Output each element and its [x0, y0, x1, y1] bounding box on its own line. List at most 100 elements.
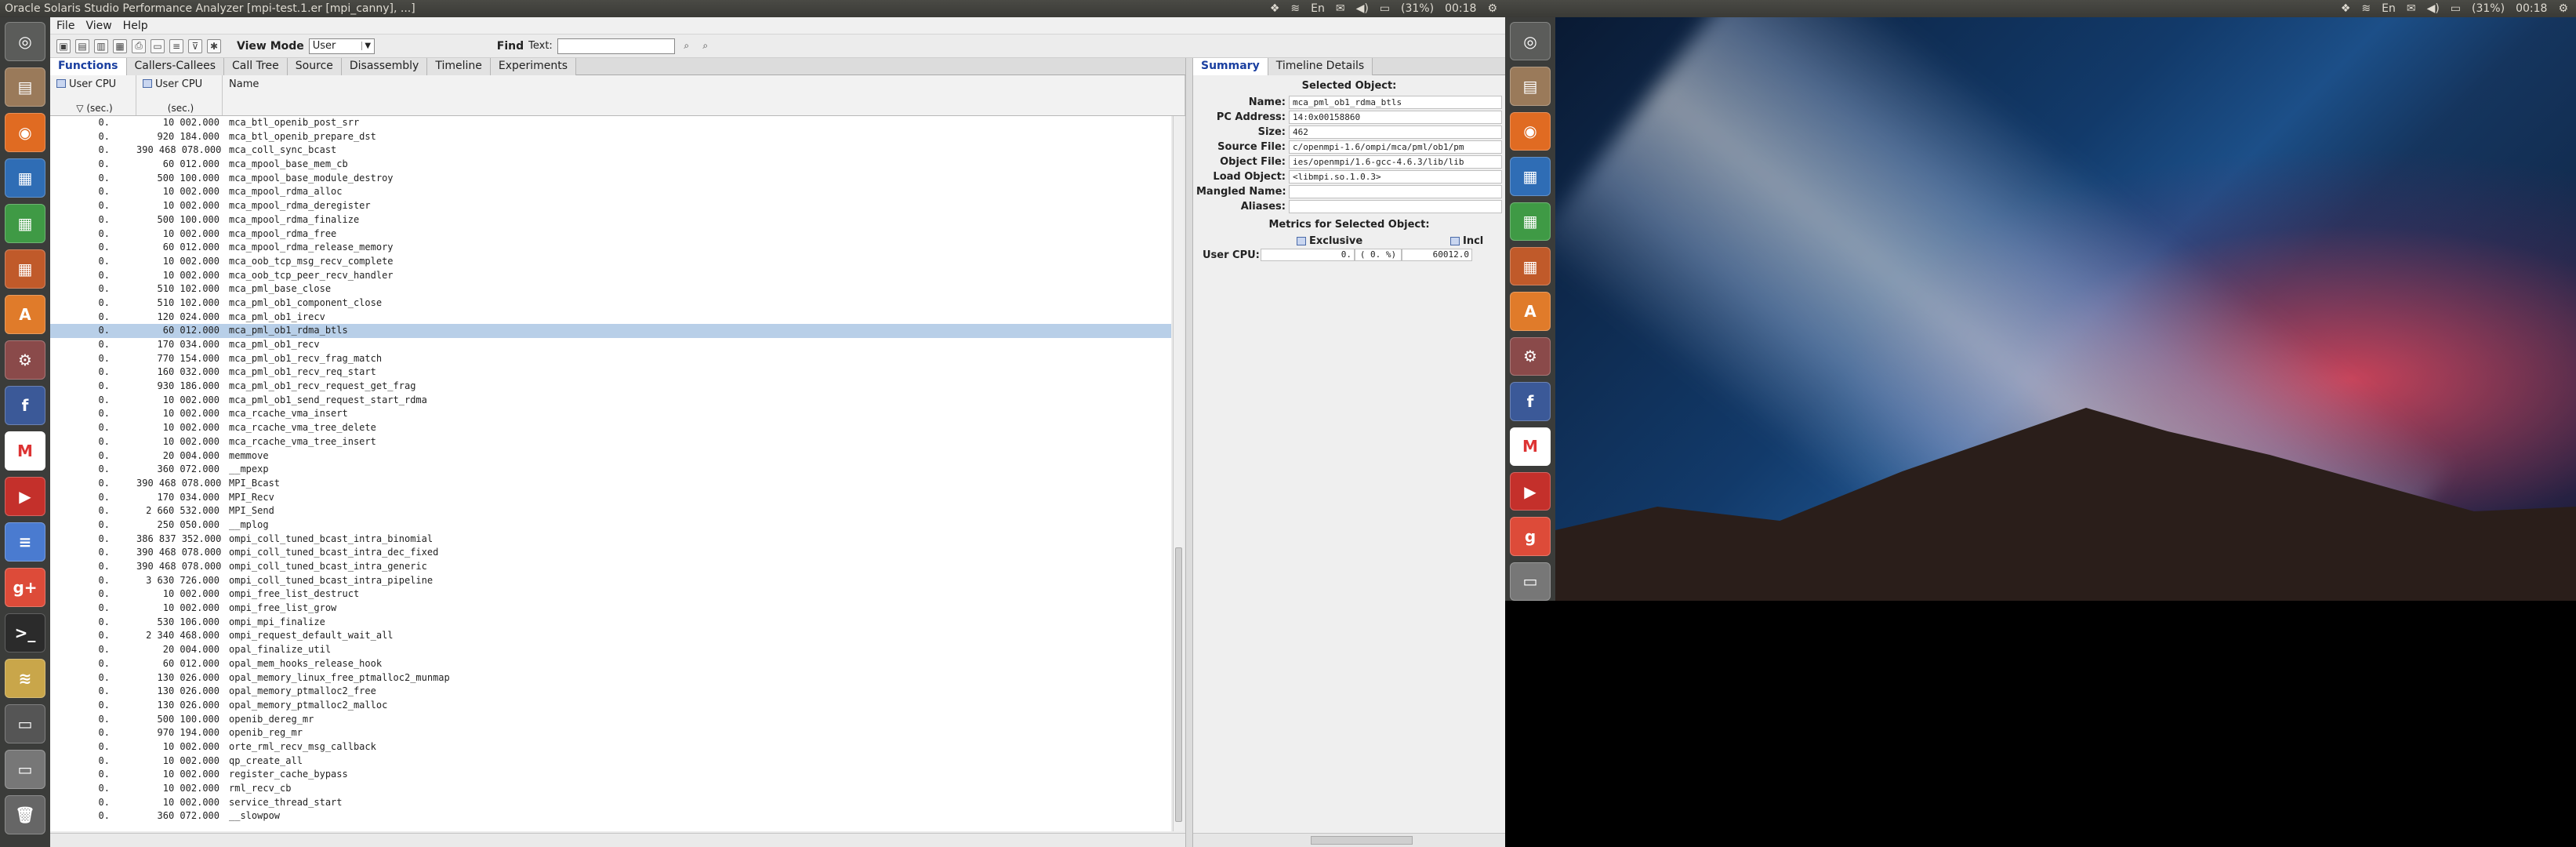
power-gear-icon[interactable]: ⚙	[2558, 2, 2568, 15]
settings-icon[interactable]: ⚙	[1510, 336, 1551, 376]
clock[interactable]: 00:18	[2516, 2, 2547, 15]
table-row[interactable]: 0. 920 184.000 mca_btl_openib_prepare_dst	[50, 130, 1171, 144]
tab-call-tree[interactable]: Call Tree	[224, 58, 288, 75]
table-row[interactable]: 0. 130 026.000 opal_memory_linux_free_ptma…	[50, 671, 1171, 685]
youtube-icon[interactable]: ▶	[5, 477, 45, 516]
terminal-icon[interactable]: >_	[5, 613, 45, 653]
youtube-icon[interactable]: ▶	[1510, 471, 1551, 511]
battery-icon[interactable]: ▭	[1380, 2, 1390, 15]
table-row[interactable]: 0. 10 002.000 mca_mpool_rdma_free	[50, 227, 1171, 242]
volume-icon[interactable]: ◀)	[1356, 2, 1369, 15]
field-value[interactable]: ies/openmpi/1.6-gcc-4.6.3/lib/lib	[1289, 155, 1502, 169]
add-experiment-icon[interactable]: ▥	[94, 38, 108, 53]
export-icon[interactable]: ▭	[151, 38, 165, 53]
table-row[interactable]: 0. 2 340 468.000 ompi_request_default_wait…	[50, 629, 1171, 643]
table-row[interactable]: 0. 10 002.000 mca_rcache_vma_tree_insert	[50, 435, 1171, 449]
tab-functions[interactable]: Functions	[50, 58, 127, 75]
table-row[interactable]: 0. 2 660 532.000 MPI_Send	[50, 504, 1171, 518]
table-row[interactable]: 0. 60 012.000 mca_pml_ob1_rdma_btls	[50, 324, 1171, 338]
gmail-icon[interactable]: M	[1510, 427, 1551, 466]
wifi-icon[interactable]: ≋	[2361, 2, 2371, 15]
col-incl-user-cpu[interactable]: User CPU (sec.)	[136, 75, 223, 115]
table-row[interactable]: 0. 10 002.000 mca_oob_tcp_peer_recv_handle…	[50, 269, 1171, 283]
find-text-input[interactable]	[557, 38, 675, 54]
analyzer-icon[interactable]: ≋	[5, 659, 45, 698]
clock[interactable]: 00:18	[1445, 2, 1476, 15]
table-row[interactable]: 0. 60 012.000 mca_mpool_base_mem_cb	[50, 158, 1171, 172]
scroll-thumb[interactable]	[1175, 547, 1182, 822]
scroll-thumb[interactable]	[1311, 836, 1413, 845]
files-icon[interactable]: ▤	[5, 67, 45, 107]
table-row[interactable]: 0. 170 034.000 MPI_Recv	[50, 491, 1171, 505]
writer-icon[interactable]: ▦	[1510, 157, 1551, 196]
table-row[interactable]: 0. 10 002.000 register_cache_bypass	[50, 768, 1171, 782]
files-icon[interactable]: ▤	[1510, 67, 1551, 106]
impress-icon[interactable]: ▦	[5, 249, 45, 289]
table-row[interactable]: 0. 20 004.000 opal_finalize_util	[50, 643, 1171, 657]
table-row[interactable]: 0. 970 194.000 openib_reg_mr	[50, 726, 1171, 740]
mail-icon[interactable]: ✉	[1336, 2, 1345, 15]
writer-icon[interactable]: ▦	[5, 158, 45, 198]
table-row[interactable]: 0. 60 012.000 mca_mpool_rdma_release_memor…	[50, 241, 1171, 255]
battery-icon[interactable]: ▭	[2451, 2, 2461, 15]
field-value[interactable]	[1289, 200, 1502, 213]
dash-icon[interactable]: ◎	[5, 22, 45, 61]
menu-view[interactable]: View	[85, 20, 111, 32]
trash-icon[interactable]: 🗑	[5, 795, 45, 834]
wifi-icon[interactable]: ≋	[1290, 2, 1300, 15]
table-row[interactable]: 0. 500 100.000 openib_dereg_mr	[50, 713, 1171, 727]
table-row[interactable]: 0. 510 102.000 mca_pml_ob1_component_close	[50, 296, 1171, 311]
table-row[interactable]: 0. 10 002.000 mca_rcache_vma_insert	[50, 407, 1171, 421]
table-row[interactable]: 0. 10 002.000 ompi_free_list_destruct	[50, 587, 1171, 602]
scanner-icon[interactable]: ▭	[5, 750, 45, 789]
docs-icon[interactable]: ≡	[5, 522, 45, 562]
find-next-icon[interactable]: ⌕	[698, 39, 713, 53]
tab-experiments[interactable]: Experiments	[490, 58, 577, 75]
col-name[interactable]: Name	[223, 75, 1185, 115]
table-row[interactable]: 0. 10 002.000 qp_create_all	[50, 754, 1171, 769]
table-row[interactable]: 0. 500 100.000 mca_mpool_base_module_destr…	[50, 172, 1171, 186]
table-row[interactable]: 0. 120 024.000 mca_pml_ob1_irecv	[50, 311, 1171, 325]
keyboard-icon[interactable]: En	[2382, 2, 2396, 15]
menu-help[interactable]: Help	[123, 20, 148, 32]
table-row[interactable]: 0. 390 468 078.000 mca_coll_sync_bcast	[50, 144, 1171, 158]
tab-timeline-details[interactable]: Timeline Details	[1268, 58, 1373, 75]
table-row[interactable]: 0. 500 100.000 mca_mpool_rdma_finalize	[50, 213, 1171, 227]
table-row[interactable]: 0. 930 186.000 mca_pml_ob1_recv_request_ge…	[50, 380, 1171, 394]
summary-horizontal-scrollbar[interactable]	[1193, 833, 1505, 847]
scanner-icon[interactable]: ▭	[1510, 562, 1551, 602]
drive-icon[interactable]: ▭	[5, 704, 45, 743]
calc-icon[interactable]: ▦	[1510, 202, 1551, 241]
tab-timeline[interactable]: Timeline	[427, 58, 491, 75]
table-row[interactable]: 0. 250 050.000 __mplog	[50, 518, 1171, 533]
keyboard-icon[interactable]: En	[1311, 2, 1325, 15]
google-plus-icon[interactable]: g+	[5, 568, 45, 607]
firefox-icon[interactable]: ◉	[5, 113, 45, 152]
dropbox-icon[interactable]: ❖	[2341, 2, 2351, 15]
table-row[interactable]: 0. 10 002.000 mca_mpool_rdma_alloc	[50, 185, 1171, 199]
table-row[interactable]: 0. 10 002.000 mca_btl_openib_post_srr	[50, 116, 1171, 130]
settings-icon[interactable]: ✱	[207, 38, 221, 53]
table-row[interactable]: 0. 10 002.000 mca_mpool_rdma_deregister	[50, 199, 1171, 213]
firefox-icon[interactable]: ◉	[1510, 111, 1551, 151]
table-row[interactable]: 0. 10 002.000 mca_rcache_vma_tree_delete	[50, 421, 1171, 435]
table-row[interactable]: 0. 10 002.000 mca_oob_tcp_msg_recv_complet…	[50, 255, 1171, 269]
impress-icon[interactable]: ▦	[1510, 246, 1551, 286]
table-row[interactable]: 0. 360 072.000 __mpexp	[50, 463, 1171, 477]
view-mode-select[interactable]: User ▼	[308, 38, 375, 54]
table-row[interactable]: 0. 10 002.000 ompi_free_list_grow	[50, 602, 1171, 616]
find-previous-icon[interactable]: ⌕	[680, 39, 694, 53]
table-row[interactable]: 0. 10 002.000 service_thread_start	[50, 796, 1171, 810]
facebook-icon[interactable]: f	[5, 386, 45, 425]
tab-disassembly[interactable]: Disassembly	[341, 58, 428, 75]
table-row[interactable]: 0. 10 002.000 orte_rml_recv_msg_callback	[50, 740, 1171, 754]
facebook-icon[interactable]: f	[1510, 382, 1551, 421]
table-row[interactable]: 0. 360 072.000 __slowpow	[50, 809, 1171, 823]
open-experiment-icon[interactable]: ▤	[75, 38, 89, 53]
calc-icon[interactable]: ▦	[5, 204, 45, 243]
compare-icon[interactable]: ▦	[113, 38, 127, 53]
table-row[interactable]: 0. 130 026.000 opal_memory_ptmalloc2_mallo…	[50, 699, 1171, 713]
power-gear-icon[interactable]: ⚙	[1487, 2, 1497, 15]
field-value[interactable]	[1289, 185, 1502, 198]
col-excl-user-cpu[interactable]: User CPU ▽ (sec.)	[50, 75, 136, 115]
